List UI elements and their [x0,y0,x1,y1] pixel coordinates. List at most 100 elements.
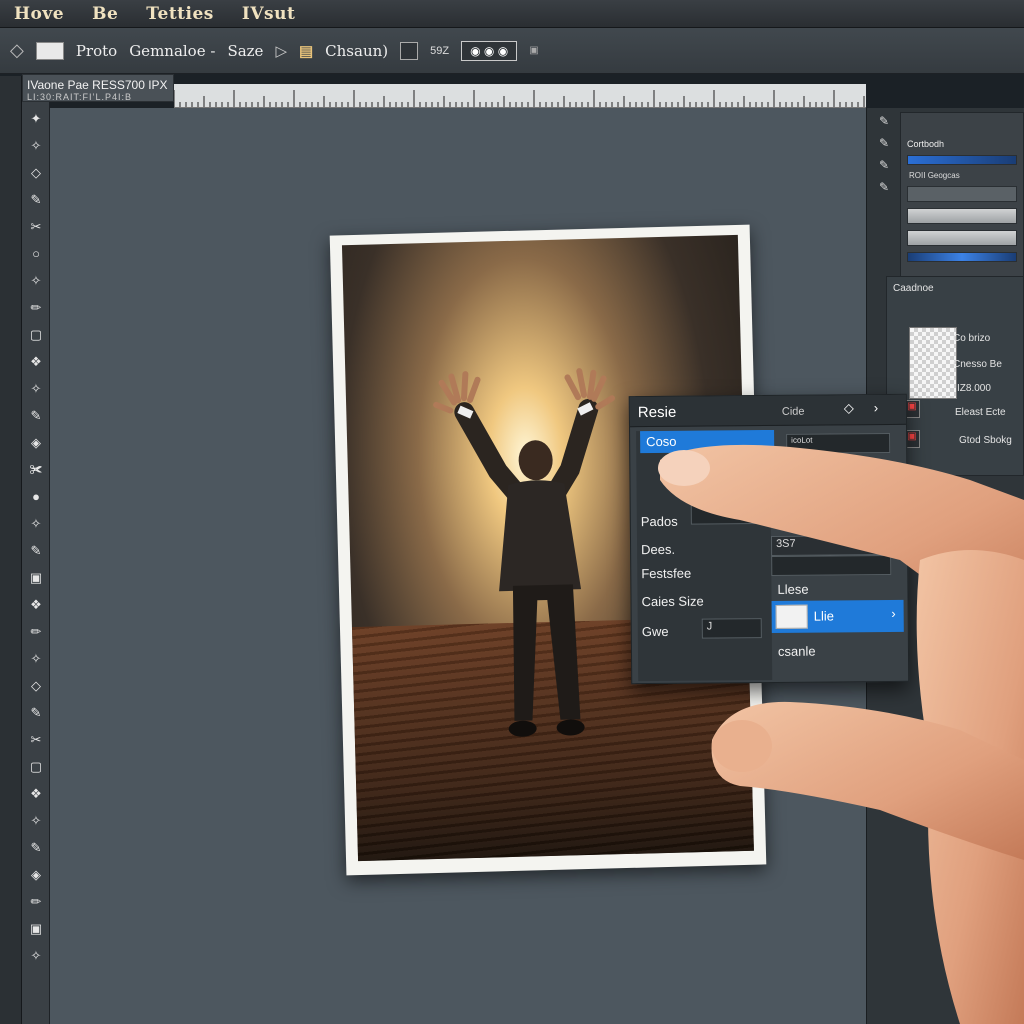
tool-icon[interactable]: ✧ [28,814,44,828]
dialog-option-pados[interactable]: Pados [641,511,678,533]
options-bar: ◇ Proto Gemnaloe - Saze ▷ ▤ Chsaun) 59Z … [0,28,1024,74]
brush-options-button[interactable]: ◉ ◉ ◉ [461,40,518,61]
layer-name-5[interactable]: Gtod Sbokg [959,435,1012,446]
tool-icon[interactable]: ▣ [28,922,44,936]
frame-toggle[interactable] [400,41,419,60]
dialog-option-gwe[interactable]: Gwe [642,621,669,643]
menu-item-ivsut[interactable]: IVsut [228,4,309,24]
tool-icon[interactable]: ▢ [28,328,44,342]
layers-label: Caadnoe [893,283,934,294]
tool-icon[interactable]: ✎ [28,409,44,423]
dialog-option-selected[interactable]: Coso [640,429,775,454]
resize-dialog: Resie Cide ◇ › Coso Pados Dees. Festsfee… [628,393,910,685]
chain-option[interactable]: Chsaun) [325,42,388,60]
tool-icon[interactable]: ✏ [28,895,44,909]
tool-icon[interactable]: ❖ [28,598,44,612]
properties-field[interactable] [907,186,1017,202]
tool-icon[interactable]: ✂ [28,733,44,747]
tool-icon[interactable]: ◇ [28,679,44,693]
tool-icon[interactable]: ✦ [28,112,44,126]
document-tab[interactable]: IVaone Pae RESS700 IPX LI:30:RAIT:FI’L.P… [22,74,174,102]
dialog-option-selected-label: Coso [646,433,677,450]
tool-icon[interactable]: ✏ [28,625,44,639]
properties-sub: ROII [909,171,926,180]
tool-icon[interactable]: ✀ [28,463,44,477]
tool-icon[interactable]: ● [28,490,44,504]
tool-icon[interactable]: ✧ [28,139,44,153]
generate-option[interactable]: Gemnaloe - [129,42,215,60]
tool-icon[interactable]: ◈ [28,868,44,882]
layer-icon[interactable]: ▤ [299,42,313,60]
dialog-right-selected-label: Llie [813,608,834,624]
tool-icon[interactable]: ✧ [28,382,44,396]
settings-icon[interactable]: ▣ [529,45,538,56]
document-title: IVaone Pae RESS700 [27,78,145,92]
menu-item-be[interactable]: Be [78,4,132,24]
layer-name-2[interactable]: Cnesso Be [953,359,1002,370]
tool-icon[interactable]: ▢ [28,760,44,774]
tool-icon[interactable]: ✎ [28,544,44,558]
tool-icon[interactable]: ✧ [28,652,44,666]
proto-label: Proto [75,41,118,60]
paint-icon[interactable]: ✎ [872,180,896,202]
properties-slider[interactable] [907,155,1017,165]
dialog-option-dees[interactable]: Dees. [641,539,675,561]
tool-icon[interactable]: ✧ [28,949,44,963]
menu-item-tetties[interactable]: Tetties [132,4,228,24]
tool-icon[interactable]: ❖ [28,355,44,369]
arrow-right-icon[interactable]: ▷ [275,42,287,60]
dialog-option-festsfee[interactable]: Festsfee [641,563,691,585]
dialog-right-selected[interactable]: Llie › [771,599,904,633]
dialog-right-label-1: Llese [777,581,809,597]
dialog-field-value[interactable]: 3S7 [770,534,892,556]
tool-icon[interactable]: ✧ [28,517,44,531]
menu-item-hove[interactable]: Hove [0,4,78,24]
menu-bar: Hove Be Tetties IVsut [0,0,1024,28]
size-option[interactable]: Saze [227,42,263,60]
dees-field[interactable] [690,504,763,525]
foreground-swatch[interactable] [35,41,64,60]
dialog-top-field[interactable]: icoLot [786,432,891,454]
tool-icon[interactable]: ◇ [28,166,44,180]
layer-name-3[interactable]: IZ8.000 [957,383,991,394]
tool-icon[interactable]: ◈ [28,436,44,450]
tool-icon[interactable]: ○ [28,247,44,261]
tool-icon[interactable]: ❖ [28,787,44,801]
adjust-icon[interactable]: ✎ [872,158,896,180]
properties-bar-2[interactable] [907,230,1017,246]
dialog-right-field[interactable] [771,554,892,576]
tool-icon[interactable]: ✎ [28,706,44,720]
tool-icon[interactable]: ✧ [28,274,44,288]
tool-icon[interactable]: ✏ [28,301,44,315]
tool-icon[interactable]: ✎ [28,841,44,855]
dialog-options-list: Coso Pados Dees. Festsfee Caies Size Gwe [636,429,775,682]
properties-bar-1[interactable] [907,208,1017,224]
chevron-right-small-icon: › [891,605,896,621]
chevron-right-icon[interactable]: › [874,400,878,415]
properties-color-bar[interactable] [907,252,1017,262]
tool-icon[interactable]: ▣ [28,571,44,585]
tools-panel: ✦ ✧ ◇ ✎ ✂ ○ ✧ ✏ ▢ ❖ ✧ ✎ ◈ ✀ ● ✧ ✎ ▣ ❖ ✏ ✧ ◇ ✎ ✂ ▢ ❖ ✧ ✎ ◈ ✏ ▣ ✧ [22,102,50,1024]
history-icon[interactable]: ✎ [872,136,896,158]
right-side-icons: ✎ ✎ ✎ ✎ [872,114,896,204]
dialog-title: Resie [637,403,677,422]
document-subtitle: LI:30:RAIT:FI’L.P4I:B [27,92,133,102]
properties-header: Cortbodh [907,139,945,149]
layer-name-1[interactable]: Co brizo [953,333,990,344]
brush-icon[interactable]: ✎ [872,114,896,136]
gwe-field[interactable]: J [701,618,762,639]
tool-icon[interactable]: ✎ [28,193,44,207]
tool-icon[interactable]: ✂ [28,220,44,234]
layer-thumbnail[interactable] [909,327,957,399]
tool-preset-icon[interactable]: ◇ [10,40,24,61]
properties-sub2: Geogcas [927,171,960,180]
horizontal-ruler [174,84,866,108]
dialog-right-swatch [775,604,808,629]
left-edge-strip [0,76,22,1024]
dialog-option-canvas-size[interactable]: Caies Size [641,591,703,614]
diamond-icon[interactable]: ◇ [844,400,854,416]
document-suffix: IPX [148,78,168,92]
dialog-right-label-2: csanle [777,643,816,659]
layer-name-4[interactable]: Eleast Ecte [955,407,1006,418]
size-value: 59Z [430,44,450,57]
